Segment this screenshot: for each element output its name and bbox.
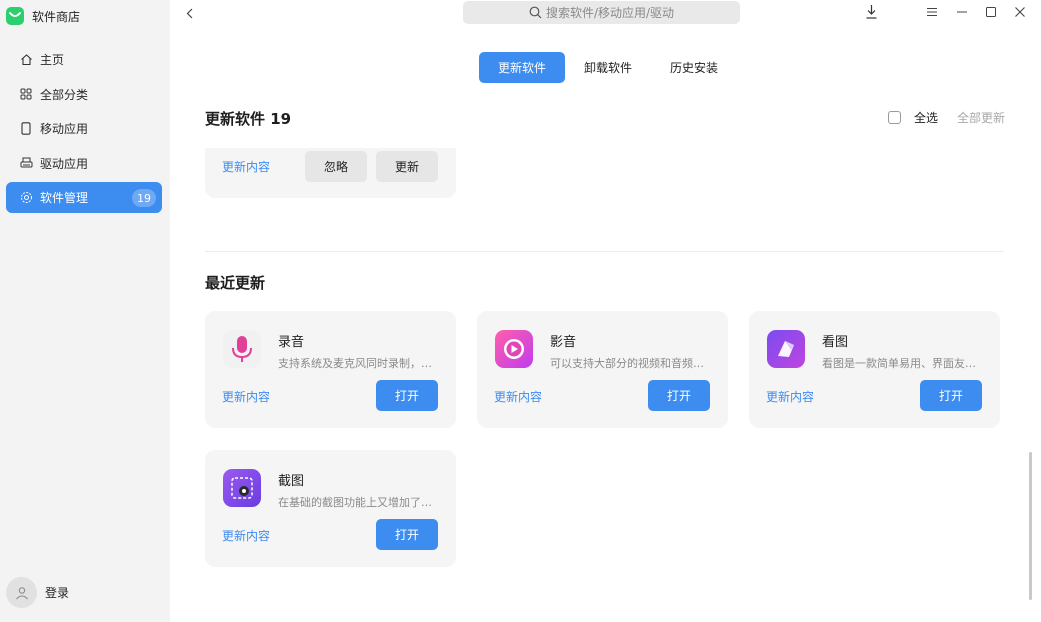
microphone-icon (223, 330, 261, 368)
image-viewer-icon (767, 330, 805, 368)
sidebar-item-mobile-apps[interactable]: 移动应用 (6, 113, 162, 144)
search-input[interactable]: 搜索软件/移动应用/驱动 (463, 1, 740, 24)
open-button[interactable]: 打开 (648, 380, 710, 411)
app-card-screenshot: 截图 在基础的截图功能上又增加了… 更新内容 打开 (205, 450, 456, 567)
maximize-icon[interactable] (983, 4, 999, 20)
title-bar: 搜索软件/移动应用/驱动 (170, 0, 1041, 28)
ignore-button[interactable]: 忽略 (305, 151, 367, 182)
close-icon[interactable] (1012, 4, 1028, 20)
updates-section-title: 更新软件 19 (205, 110, 292, 128)
update-details-link[interactable]: 更新内容 (222, 158, 270, 175)
vertical-scrollbar[interactable] (1029, 452, 1032, 600)
app-card-image-viewer: 看图 看图是一款简单易用、界面友… 更新内容 打开 (749, 311, 1000, 428)
section-divider (205, 251, 1004, 252)
app-title-text: 软件商店 (32, 9, 81, 24)
search-icon (529, 6, 542, 19)
download-icon[interactable] (863, 4, 879, 20)
app-card-recorder: 录音 支持系统及麦克风同时录制，… 更新内容 打开 (205, 311, 456, 428)
back-arrow-icon[interactable] (182, 4, 196, 22)
select-all-checkbox[interactable]: 全选 (888, 109, 938, 126)
app-description: 可以支持大部分的视频和音频… (550, 357, 704, 370)
app-name: 录音 (278, 335, 305, 350)
tab-update-software[interactable]: 更新软件 (479, 52, 566, 83)
camera-icon (223, 469, 261, 507)
update-count-badge: 19 (132, 189, 156, 208)
gear-icon (19, 191, 33, 205)
sidebar-item-label: 移动应用 (40, 122, 89, 137)
update-details-link[interactable]: 更新内容 (494, 388, 542, 405)
checkbox-icon (888, 111, 901, 124)
app-name: 截图 (278, 474, 305, 489)
sidebar-item-software-management[interactable]: 软件管理 19 (6, 182, 162, 214)
open-button[interactable]: 打开 (920, 380, 982, 411)
update-card-partial: 更新内容 忽略 更新 (205, 148, 456, 198)
open-button[interactable]: 打开 (376, 519, 438, 550)
update-details-link[interactable]: 更新内容 (222, 388, 270, 405)
phone-icon (19, 122, 33, 136)
app-title: 软件商店 (6, 6, 80, 26)
update-details-link[interactable]: 更新内容 (766, 388, 814, 405)
open-button[interactable]: 打开 (376, 380, 438, 411)
sidebar-item-label: 全部分类 (40, 87, 89, 102)
printer-icon (19, 156, 33, 170)
tab-bar: 更新软件 卸载软件 历史安装 (479, 52, 737, 83)
app-name: 看图 (822, 335, 849, 350)
sidebar-item-drivers[interactable]: 驱动应用 (6, 148, 162, 179)
tab-install-history[interactable]: 历史安装 (651, 52, 737, 83)
sidebar: 软件商店 主页 全部分类 移动应用 驱动应用 软件管理 19 登录 (0, 0, 170, 622)
sidebar-item-label: 软件管理 (40, 191, 89, 206)
app-description: 在基础的截图功能上又增加了… (278, 496, 432, 509)
sidebar-item-label: 驱动应用 (40, 156, 89, 171)
sidebar-nav: 主页 全部分类 移动应用 驱动应用 软件管理 19 (6, 44, 162, 217)
app-description: 支持系统及麦克风同时录制，… (278, 357, 432, 370)
login-label: 登录 (45, 586, 70, 600)
play-icon (495, 330, 533, 368)
sidebar-item-home[interactable]: 主页 (6, 44, 162, 75)
grid-icon (19, 87, 33, 101)
avatar-icon (6, 577, 37, 608)
app-name: 影音 (550, 335, 577, 350)
login-button[interactable]: 登录 (6, 577, 69, 608)
recent-section-title: 最近更新 (205, 274, 266, 292)
minimize-icon[interactable] (954, 4, 970, 20)
tab-uninstall-software[interactable]: 卸载软件 (565, 52, 651, 83)
app-description: 看图是一款简单易用、界面友… (822, 357, 976, 370)
search-placeholder: 搜索软件/移动应用/驱动 (545, 6, 675, 20)
home-icon (19, 53, 33, 67)
update-details-link[interactable]: 更新内容 (222, 527, 270, 544)
app-card-movie: 影音 可以支持大部分的视频和音频… 更新内容 打开 (477, 311, 728, 428)
app-store-logo-icon (6, 7, 24, 25)
update-button[interactable]: 更新 (376, 151, 438, 182)
select-all-label: 全选 (914, 111, 939, 125)
sidebar-item-label: 主页 (40, 53, 65, 67)
update-all-button[interactable]: 全部更新 (957, 109, 1005, 126)
sidebar-item-all-categories[interactable]: 全部分类 (6, 79, 162, 110)
menu-icon[interactable] (924, 4, 940, 20)
